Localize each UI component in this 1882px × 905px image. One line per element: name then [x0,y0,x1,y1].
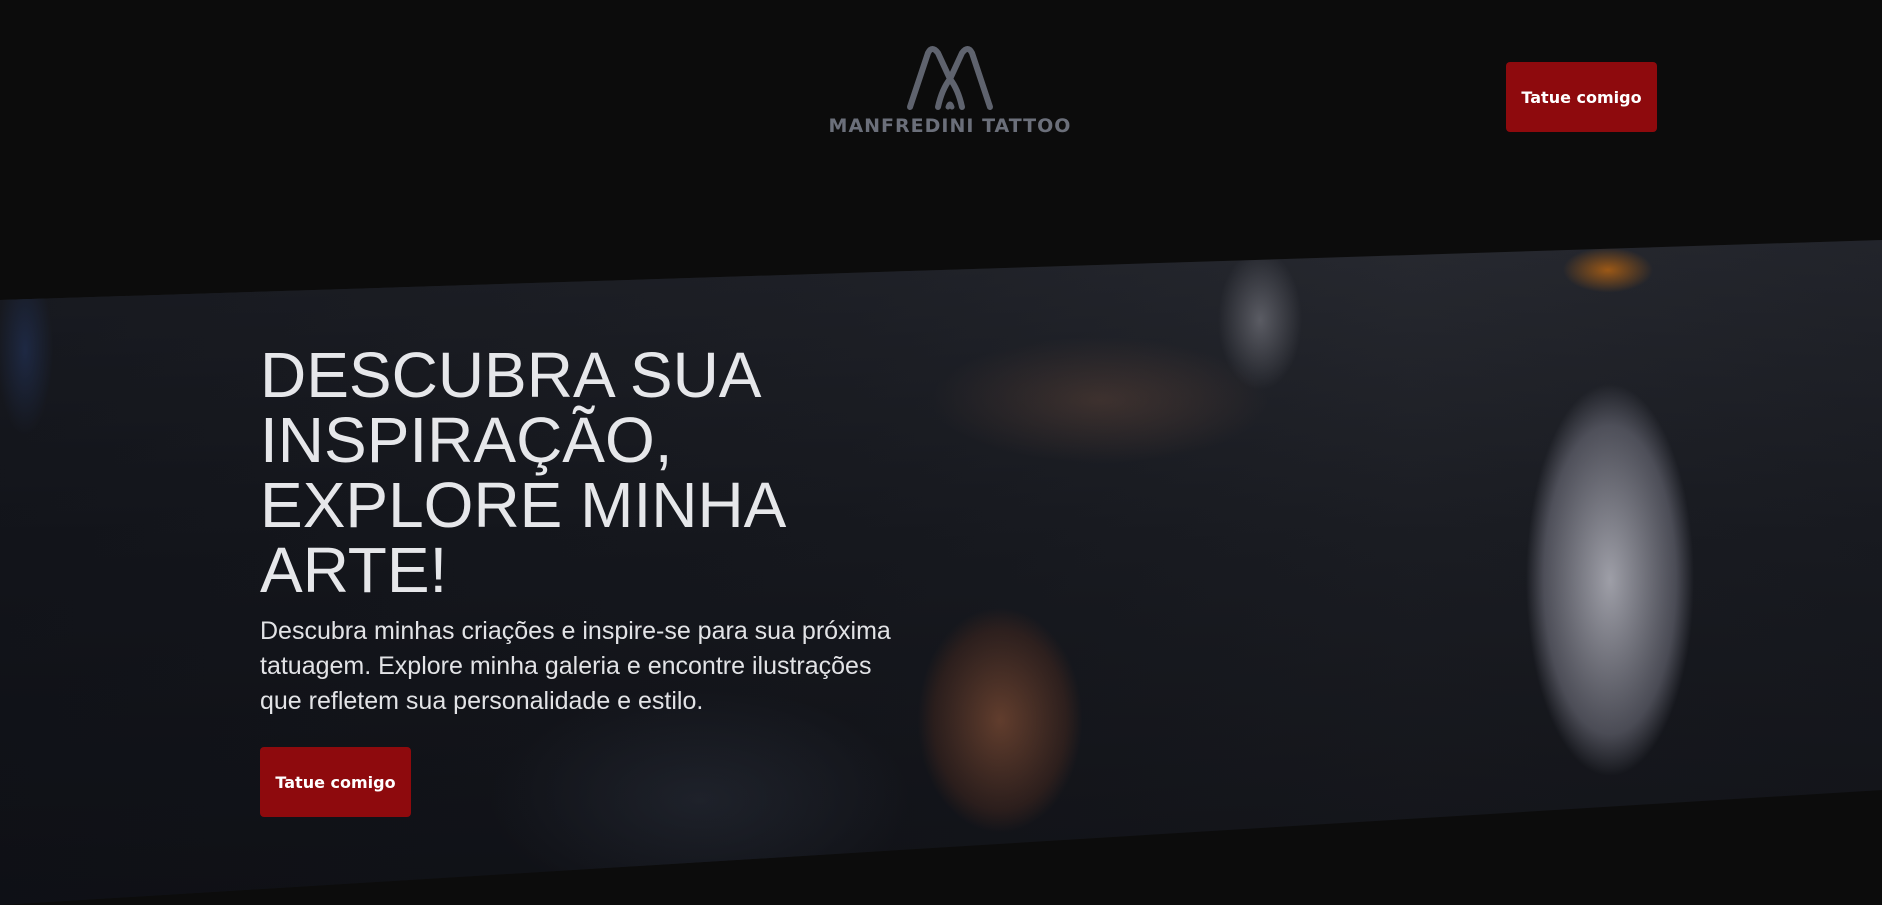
hero-description: Descubra minhas criações e inspire-se pa… [260,617,891,715]
hero-title: DESCUBRA SUA INSPIRAÇÃO, EXPLORE MINHA A… [260,339,783,606]
landing-page: MANFREDINI TATTOO Tatue comigo DESCUBRA … [0,0,1882,905]
manfredini-m-logo-icon [907,46,993,110]
brand-name: MANFREDINI TATTOO [828,115,1072,137]
brand-logo[interactable]: MANFREDINI TATTOO [820,45,1080,145]
hero-section: DESCUBRA SUA INSPIRAÇÃO, EXPLORE MINHA A… [0,240,1882,905]
header-tattoo-with-me-button[interactable]: Tatue comigo [1506,62,1657,132]
site-header: MANFREDINI TATTOO Tatue comigo [0,0,1882,200]
hero-tattoo-with-me-button[interactable]: Tatue comigo [260,747,411,817]
